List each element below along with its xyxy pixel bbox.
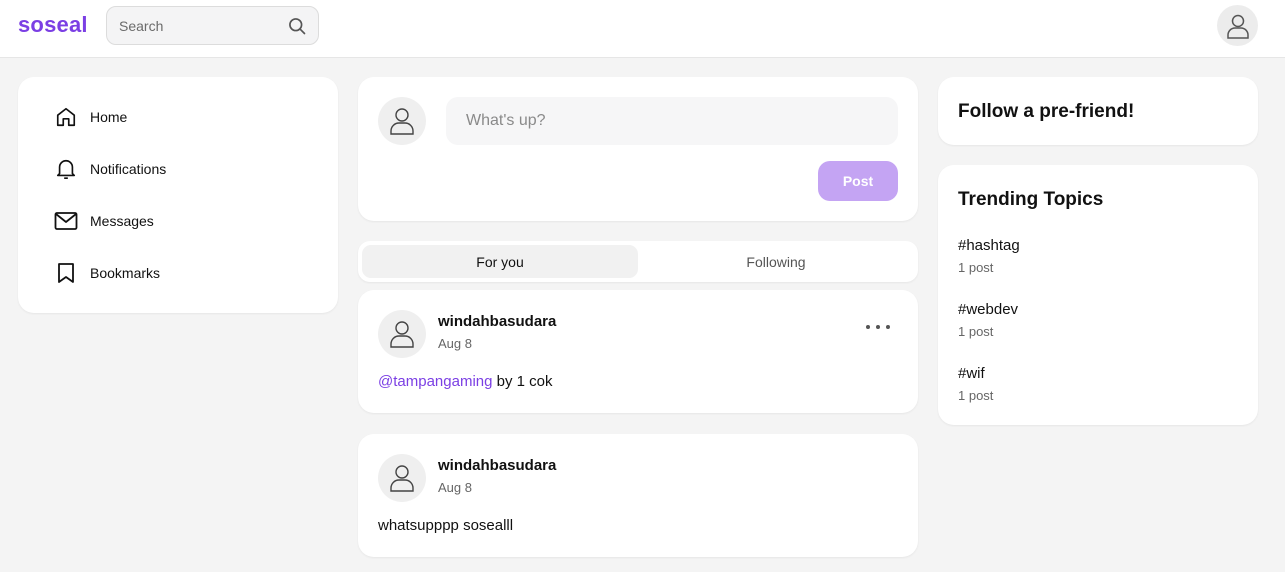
trending-topic[interactable]: #hashtag 1 post	[958, 237, 1020, 275]
author-avatar[interactable]	[378, 310, 426, 358]
post-button[interactable]: Post	[818, 161, 898, 201]
sidebar-item-label: Bookmarks	[90, 265, 161, 281]
sidebar-item-home[interactable]: Home	[54, 104, 127, 130]
topic-tag[interactable]: #webdev	[958, 301, 1018, 318]
top-bar: soseal	[0, 0, 1285, 58]
user-icon	[390, 321, 414, 348]
post-composer: Post	[358, 77, 918, 221]
search-icon[interactable]	[287, 16, 307, 36]
post-card: windahbasudara Aug 8 @tampangaming by 1 …	[358, 290, 918, 413]
user-icon	[390, 465, 414, 492]
post-card: windahbasudara Aug 8 whatsupppp sosealll	[358, 434, 918, 557]
trending-title: Trending Topics	[958, 189, 1104, 210]
sidebar-item-label: Messages	[90, 213, 154, 229]
follow-title: Follow a pre-friend!	[958, 101, 1135, 122]
trending-topic[interactable]: #wif 1 post	[958, 365, 993, 403]
sidebar-item-label: Home	[90, 109, 128, 125]
sidebar-item-messages[interactable]: Messages	[54, 208, 154, 234]
search-box[interactable]	[106, 6, 319, 45]
profile-avatar-button[interactable]	[1217, 5, 1258, 46]
home-icon	[54, 105, 78, 129]
search-input[interactable]	[119, 16, 279, 36]
topic-count: 1 post	[958, 324, 994, 339]
post-date: Aug 8	[438, 336, 472, 351]
follow-suggestions: Follow a pre-friend!	[938, 77, 1258, 145]
post-mention[interactable]: @tampangaming	[378, 373, 492, 390]
topic-count: 1 post	[958, 260, 994, 275]
post-author[interactable]: windahbasudara	[438, 457, 556, 474]
sidebar-item-label: Notifications	[90, 161, 167, 177]
avatar	[378, 97, 426, 145]
post-text: whatsupppp sosealll	[378, 517, 514, 534]
trending-topics: Trending Topics #hashtag 1 post #webdev …	[938, 165, 1258, 425]
user-icon	[390, 108, 414, 135]
topic-count: 1 post	[958, 388, 994, 403]
post-body: @tampangaming by 1 cok	[378, 373, 553, 390]
topic-tag[interactable]: #wif	[958, 365, 993, 382]
composer-input[interactable]	[446, 97, 898, 145]
post-date: Aug 8	[438, 480, 472, 495]
tab-for-you[interactable]: For you	[362, 245, 638, 278]
post-author[interactable]: windahbasudara	[438, 313, 556, 330]
topic-tag[interactable]: #hashtag	[958, 237, 1020, 254]
sidebar-item-notifications[interactable]: Notifications	[54, 156, 166, 182]
sidebar-nav: Home Notifications Messages Bookmarks	[18, 77, 338, 313]
post-text: by 1 cok	[492, 373, 553, 390]
logo[interactable]: soseal	[18, 12, 88, 38]
sidebar-item-bookmarks[interactable]: Bookmarks	[54, 260, 160, 286]
user-icon	[1226, 14, 1249, 39]
author-avatar[interactable]	[378, 454, 426, 502]
bookmark-icon	[54, 261, 78, 285]
feed-tabs: For you Following	[358, 241, 918, 282]
tab-following[interactable]: Following	[638, 245, 914, 278]
more-options-icon[interactable]	[866, 320, 890, 334]
trending-topic[interactable]: #webdev 1 post	[958, 301, 1018, 339]
bell-icon	[54, 157, 78, 181]
mail-icon	[54, 209, 78, 233]
